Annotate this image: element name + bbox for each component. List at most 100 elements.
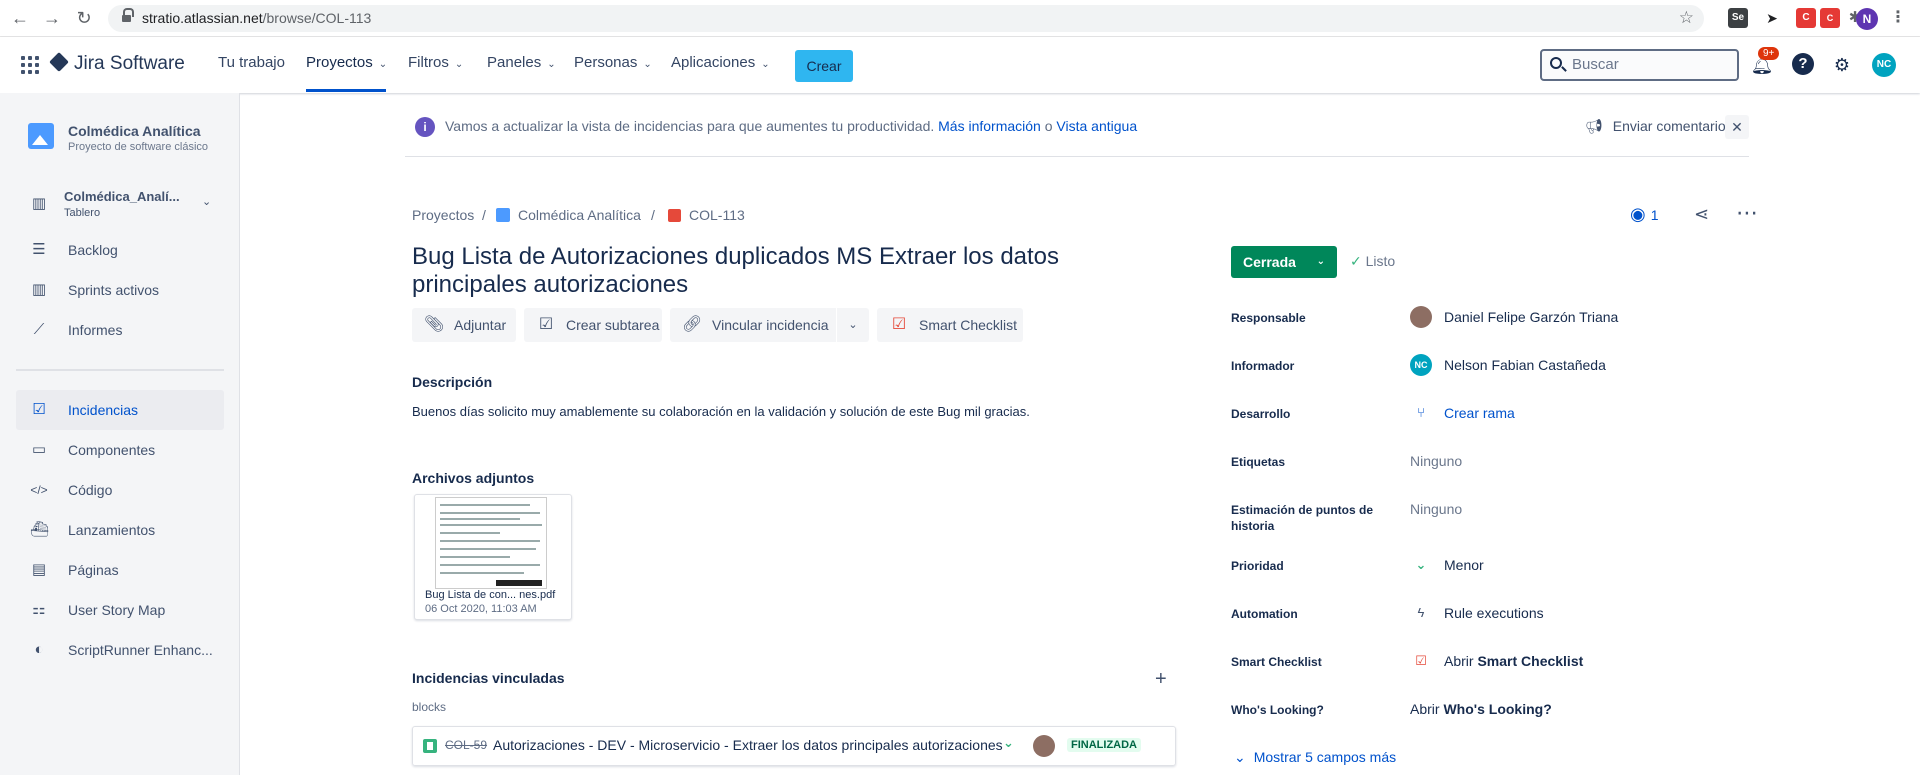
linked-issue-key[interactable]: COL-59 xyxy=(445,738,487,752)
extension-arrow-icon[interactable]: ➤ xyxy=(1762,8,1782,28)
address-bar[interactable]: stratio.atlassian.net/browse/COL-113 ☆ xyxy=(108,5,1704,32)
attachment-date: 06 Oct 2020, 11:03 AM xyxy=(425,603,537,615)
sidebar-item-user-story-map[interactable]: ⚏ User Story Map xyxy=(16,590,224,630)
field-label-informador: Informador xyxy=(1231,359,1295,373)
priority-low-icon: ⌄ xyxy=(1003,735,1014,750)
search-input[interactable]: Buscar xyxy=(1540,49,1739,81)
labels-value[interactable]: Ninguno xyxy=(1410,453,1462,469)
browser-toolbar: ← → ↻ stratio.atlassian.net/browse/COL-1… xyxy=(0,0,1920,37)
subtask-label: Crear subtarea xyxy=(566,317,660,333)
user-avatar[interactable]: NC xyxy=(1872,53,1896,77)
priority-low-icon: ⌄ xyxy=(1415,557,1427,572)
add-link-icon[interactable]: + xyxy=(1155,668,1167,691)
story-map-icon: ⚏ xyxy=(32,601,46,618)
share-icon[interactable]: ⋖ xyxy=(1694,204,1709,225)
project-avatar[interactable] xyxy=(28,123,54,149)
project-name[interactable]: Colmédica Analítica xyxy=(68,123,201,139)
breadcrumb-projects[interactable]: Proyectos xyxy=(412,207,474,223)
project-sidebar: Colmédica Analítica Proyecto de software… xyxy=(0,93,240,775)
linked-issue-summary[interactable]: Autorizaciones - DEV - Microservicio - E… xyxy=(493,737,1003,753)
more-actions-icon[interactable]: ⋯ xyxy=(1736,200,1758,226)
breadcrumb-project[interactable]: Colmédica Analítica xyxy=(496,207,641,223)
link-issue-button[interactable]: 🔗︎ Vincular incidencia xyxy=(670,308,836,342)
nav-tu-trabajo[interactable]: Tu trabajo xyxy=(218,54,285,92)
send-feedback-button[interactable]: 📢︎ Enviar comentarios xyxy=(1585,118,1733,135)
board-name: Colmédica_Analí... xyxy=(64,189,180,204)
nav-paneles[interactable]: Paneles ⌄ xyxy=(487,54,556,92)
settings-gear-icon[interactable]: ⚙ xyxy=(1830,53,1854,77)
status-dropdown[interactable]: Cerrada ⌄ xyxy=(1231,246,1337,278)
open-smart-checklist[interactable]: Abrir Smart Checklist xyxy=(1444,653,1583,669)
attachment-card[interactable]: Bug Lista de con... nes.pdf 06 Oct 2020,… xyxy=(414,494,572,620)
search-placeholder: Buscar xyxy=(1572,56,1619,73)
attach-button[interactable]: 📎︎ Adjuntar xyxy=(412,308,516,342)
pages-icon: ▤ xyxy=(31,561,47,578)
back-icon[interactable]: ← xyxy=(8,6,32,30)
pdf-thumbnail xyxy=(435,497,547,589)
nav-label: Paneles xyxy=(487,54,542,71)
feedback-label: Enviar comentarios xyxy=(1612,118,1733,134)
breadcrumb-issue[interactable]: COL-113 xyxy=(668,207,745,223)
sidebar-item-codigo[interactable]: </> Código xyxy=(16,470,224,510)
info-banner: i Vamos a actualizar la vista de inciden… xyxy=(405,93,1749,157)
bookmark-star-icon[interactable]: ☆ xyxy=(1679,8,1694,28)
linked-issue-row[interactable]: COL-59 Autorizaciones - DEV - Microservi… xyxy=(412,726,1176,766)
sidebar-item-componentes[interactable]: ▭ Componentes xyxy=(16,430,224,470)
chevron-down-icon: ⌄ xyxy=(643,59,652,70)
board-selector[interactable]: ▥ Colmédica_Analí... Tablero ⌄ xyxy=(16,183,224,227)
reporter-value[interactable]: Nelson Fabian Castañeda xyxy=(1444,357,1606,373)
link-dropdown-button[interactable]: ⌄ xyxy=(837,308,869,342)
reload-icon[interactable]: ↻ xyxy=(72,6,96,30)
watch-button[interactable]: ◉ 1 xyxy=(1630,204,1659,225)
sidebar-item-lanzamientos[interactable]: ⛴ Lanzamientos xyxy=(16,510,224,550)
project-avatar-icon xyxy=(496,208,510,222)
extension-red-icon[interactable]: C xyxy=(1796,8,1816,28)
issue-title[interactable]: Bug Lista de Autorizaciones duplicados M… xyxy=(412,243,1092,299)
more-info-link[interactable]: Más información xyxy=(938,118,1041,134)
smart-checklist-label: Smart Checklist xyxy=(1477,653,1584,669)
nav-label: Personas xyxy=(574,54,638,71)
sidebar-item-label: Informes xyxy=(68,322,123,338)
notification-badge: 9+ xyxy=(1758,47,1780,60)
story-points-value[interactable]: Ninguno xyxy=(1410,501,1462,517)
create-button[interactable]: Crear xyxy=(795,50,853,82)
sprints-icon: ▥ xyxy=(31,281,47,298)
sidebar-item-informes[interactable]: ⟋ Informes xyxy=(16,310,224,350)
nav-personas[interactable]: Personas ⌄ xyxy=(574,54,652,92)
brand-label: Jira Software xyxy=(74,53,185,74)
nav-proyectos[interactable]: Proyectos ⌄ xyxy=(306,54,387,92)
jira-logo[interactable]: Jira Software xyxy=(49,52,185,75)
chevron-down-icon: ⌄ xyxy=(761,59,770,70)
megaphone-icon: 📢︎ xyxy=(1585,118,1603,134)
sidebar-item-backlog[interactable]: ☰ Backlog xyxy=(16,230,224,270)
sidebar-item-incidencias[interactable]: ☑ Incidencias xyxy=(16,390,224,430)
priority-value[interactable]: Menor xyxy=(1444,557,1484,573)
sidebar-item-paginas[interactable]: ▤ Páginas xyxy=(16,550,224,590)
profile-avatar[interactable]: N xyxy=(1856,8,1878,30)
create-branch-link[interactable]: Crear rama xyxy=(1444,405,1515,421)
show-more-fields-button[interactable]: ⌄ Mostrar 5 campos más xyxy=(1234,749,1396,766)
field-label-prioridad: Prioridad xyxy=(1231,559,1284,573)
sidebar-item-sprints[interactable]: ▥ Sprints activos xyxy=(16,270,224,310)
rule-executions-link[interactable]: Rule executions xyxy=(1444,605,1544,621)
nav-aplicaciones[interactable]: Aplicaciones ⌄ xyxy=(671,54,770,92)
sidebar-item-label: Código xyxy=(68,482,113,498)
extension-red2-icon[interactable]: C xyxy=(1820,8,1840,28)
extension-se-icon[interactable]: Se xyxy=(1728,8,1748,28)
description-text[interactable]: Buenos días solicito muy amablemente su … xyxy=(412,404,1030,419)
chevron-down-icon: ⌄ xyxy=(454,59,464,70)
app-switcher-icon[interactable] xyxy=(21,56,39,74)
browser-menu-icon[interactable]: ⋮ xyxy=(1888,8,1908,28)
sidebar-item-label: Incidencias xyxy=(68,402,139,418)
sidebar-item-scriptrunner[interactable]: ◐ ScriptRunner Enhanc... xyxy=(16,630,224,670)
create-subtask-button[interactable]: ☑ Crear subtarea xyxy=(524,308,662,342)
nav-filtros[interactable]: Filtros ⌄ xyxy=(408,54,463,92)
forward-icon[interactable]: → xyxy=(40,6,64,30)
open-whos-looking[interactable]: Abrir Who's Looking? xyxy=(1410,701,1552,717)
assignee-value[interactable]: Daniel Felipe Garzón Triana xyxy=(1444,309,1618,325)
help-icon[interactable]: ? xyxy=(1792,53,1814,75)
lock-icon xyxy=(122,8,134,23)
close-icon[interactable]: ✕ xyxy=(1725,115,1749,139)
smart-checklist-button[interactable]: ☑ Smart Checklist xyxy=(877,308,1023,342)
old-view-link[interactable]: Vista antigua xyxy=(1056,118,1137,134)
